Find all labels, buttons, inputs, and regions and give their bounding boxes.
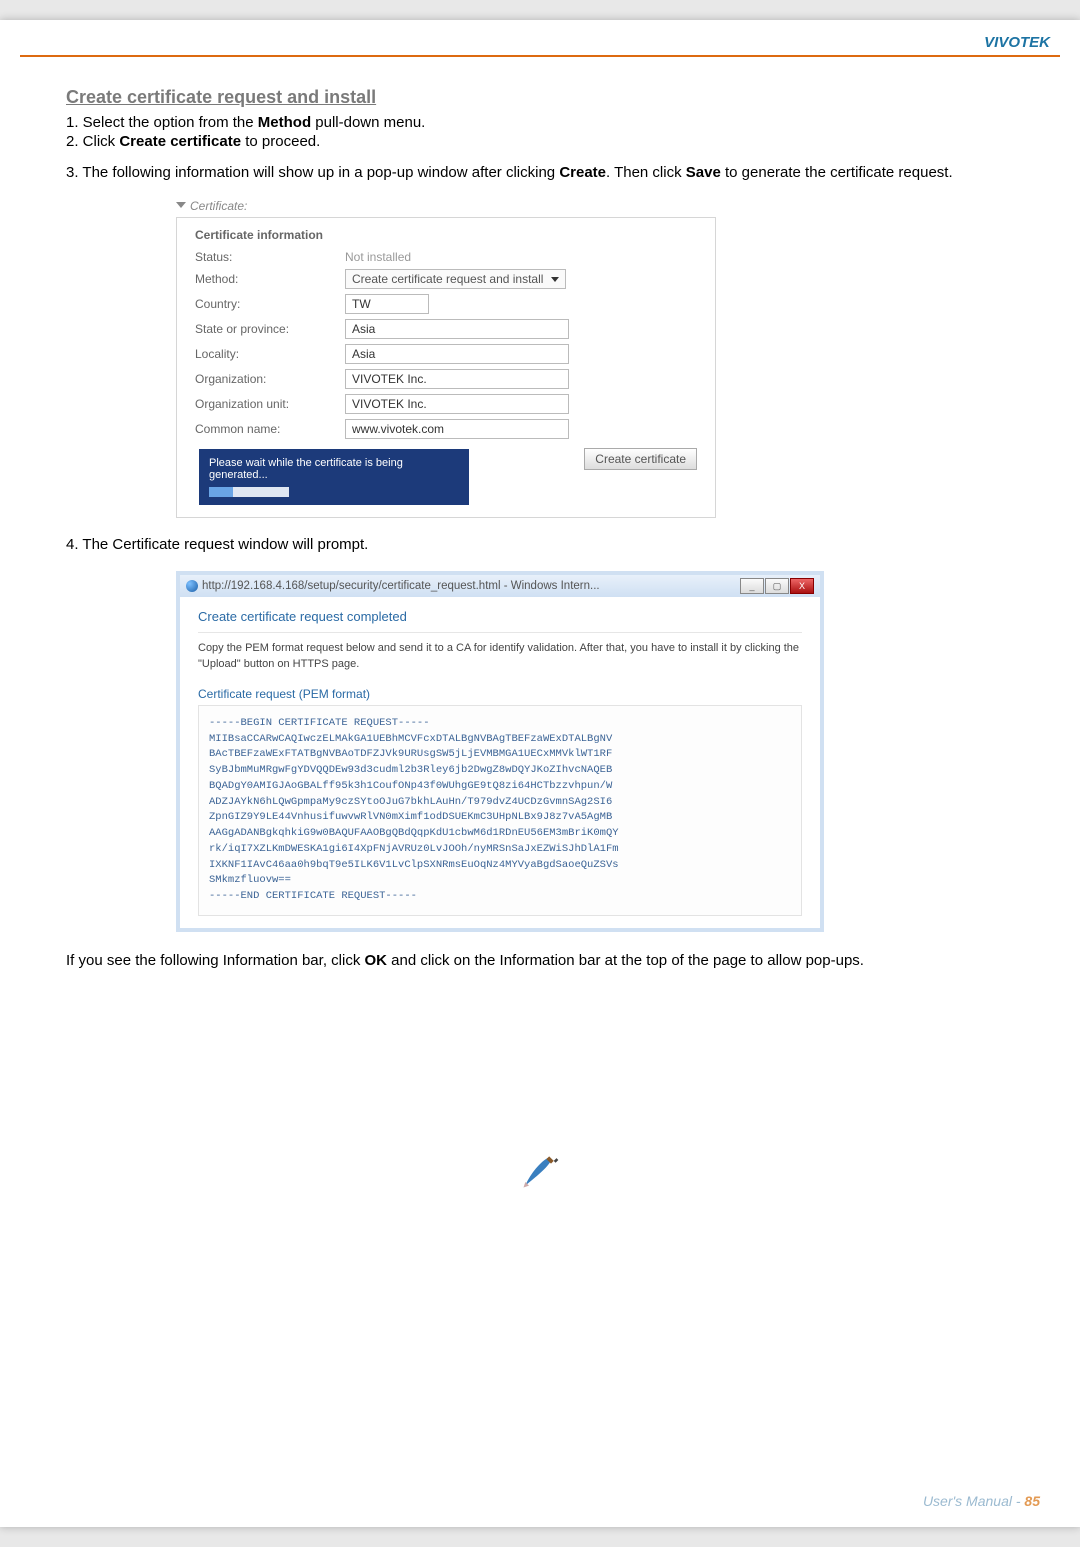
step-2: 2. Click Create certificate to proceed. — [66, 133, 1014, 150]
ie-icon — [186, 580, 198, 592]
orgunit-input[interactable]: VIVOTEK Inc. — [345, 394, 569, 414]
certificate-request-window: http://192.168.4.168/setup/security/cert… — [176, 571, 824, 932]
brand-text: VIVOTEK — [20, 20, 1060, 55]
header-divider — [20, 55, 1060, 57]
method-select[interactable]: Create certificate request and install — [345, 269, 566, 289]
request-completed-heading: Create certificate request completed — [198, 609, 802, 633]
pem-text[interactable]: -----BEGIN CERTIFICATE REQUEST----- MIIB… — [198, 705, 802, 916]
state-input[interactable]: Asia — [345, 319, 569, 339]
locality-label: Locality: — [195, 347, 345, 361]
section-heading: Create certificate request and install — [66, 87, 1014, 108]
page-footer: User's Manual - 85 — [923, 1493, 1040, 1509]
wait-overlay: Please wait while the certificate is bei… — [199, 449, 469, 505]
orgunit-label: Organization unit: — [195, 397, 345, 411]
create-certificate-button[interactable]: Create certificate — [584, 448, 697, 470]
locality-input[interactable]: Asia — [345, 344, 569, 364]
window-address: http://192.168.4.168/setup/security/cert… — [202, 580, 600, 592]
pencil-icon — [518, 1149, 562, 1193]
cn-input[interactable]: www.vivotek.com — [345, 419, 569, 439]
step-3: 3. The following information will show u… — [66, 164, 1014, 181]
request-description: Copy the PEM format request below and se… — [198, 641, 802, 673]
country-label: Country: — [195, 297, 345, 311]
status-label: Status: — [195, 250, 345, 264]
cn-label: Common name: — [195, 422, 345, 436]
method-label: Method: — [195, 272, 345, 286]
dropdown-icon — [551, 277, 559, 282]
pem-subheading: Certificate request (PEM format) — [198, 687, 802, 701]
chevron-down-icon — [176, 202, 186, 208]
status-value: Not installed — [345, 250, 411, 264]
org-input[interactable]: VIVOTEK Inc. — [345, 369, 569, 389]
progress-bar — [209, 487, 289, 497]
certificate-settings-screenshot: Certificate: Certificate information Sta… — [176, 199, 716, 518]
cert-info-heading: Certificate information — [195, 228, 697, 242]
window-titlebar: http://192.168.4.168/setup/security/cert… — [180, 575, 820, 597]
info-bar-note: If you see the following Information bar… — [66, 952, 1014, 969]
country-input[interactable]: TW — [345, 294, 429, 314]
step-4: 4. The Certificate request window will p… — [66, 536, 1014, 553]
close-button[interactable]: X — [790, 578, 814, 594]
step-1: 1. Select the option from the Method pul… — [66, 114, 1014, 131]
state-label: State or province: — [195, 322, 345, 336]
maximize-button[interactable]: ▢ — [765, 578, 789, 594]
minimize-button[interactable]: _ — [740, 578, 764, 594]
org-label: Organization: — [195, 372, 345, 386]
